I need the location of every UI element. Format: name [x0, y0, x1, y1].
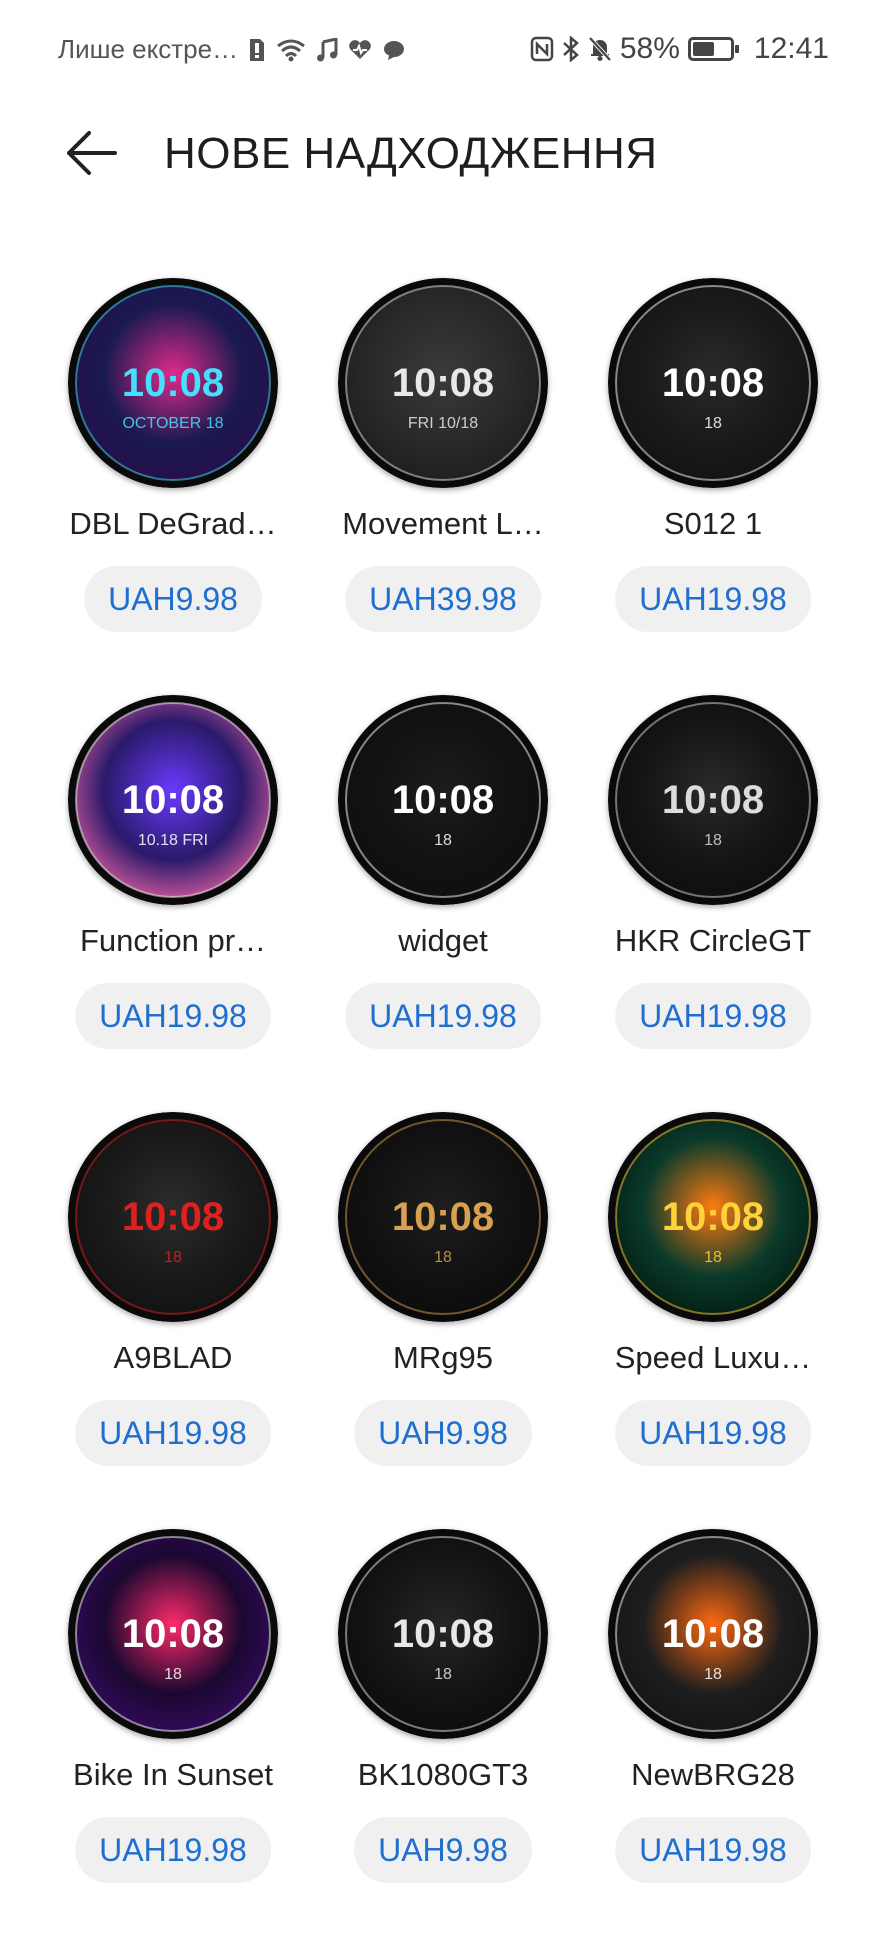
status-bar: Лише екстре… 58% 12:41 [0, 0, 887, 100]
watch-face-preview[interactable]: 10:08 FRI 10/18 [338, 278, 548, 488]
nfc-icon [530, 36, 554, 62]
price-button[interactable]: UAH9.98 [354, 1817, 532, 1883]
price-button[interactable]: UAH19.98 [75, 983, 271, 1049]
battery-icon [687, 37, 739, 61]
watch-face-card[interactable]: 10:08 10.18 FRI Function pr… UAH19.98 [38, 687, 308, 1104]
watch-face-grid: 10:08 OCTOBER 18 DBL DeGrad… UAH9.98 10:08 FR… [38, 270, 848, 1938]
watch-face-time: 10:08 [662, 778, 764, 822]
watch-face-name: NewBRG28 [631, 1757, 795, 1792]
watch-face-date: 18 [434, 832, 452, 849]
watch-face-date: 18 [704, 415, 722, 432]
status-left: Лише екстре… [58, 34, 406, 65]
watch-face-preview[interactable]: 10:08 18 [68, 1529, 278, 1739]
mute-icon [588, 36, 612, 62]
watch-face-preview[interactable]: 10:08 18 [608, 1529, 818, 1739]
watch-face-card[interactable]: 10:08 18 HKR CircleGT UAH19.98 [578, 687, 848, 1104]
watch-face-preview[interactable]: 10:08 18 [338, 1112, 548, 1322]
watch-face-name: A9BLAD [113, 1340, 233, 1375]
wifi-icon [276, 38, 306, 62]
watch-face-date: 10.18 FRI [138, 832, 208, 849]
watch-face-time: 10:08 [122, 361, 224, 405]
watch-face-card[interactable]: 10:08 18 A9BLAD UAH19.98 [38, 1104, 308, 1521]
watch-face-time: 10:08 [392, 778, 494, 822]
price-button[interactable]: UAH9.98 [354, 1400, 532, 1466]
sim-icon [248, 37, 266, 63]
header: НОВЕ НАДХОДЖЕННЯ [0, 100, 887, 210]
watch-face-time: 10:08 [392, 1612, 494, 1656]
price-button[interactable]: UAH9.98 [84, 566, 262, 632]
watch-face-date: 18 [704, 832, 722, 849]
watch-face-preview[interactable]: 10:08 18 [68, 1112, 278, 1322]
watch-face-time: 10:08 [392, 361, 494, 405]
clock: 12:41 [753, 32, 829, 65]
watch-face-name: Speed Luxu… [614, 1340, 812, 1375]
watch-face-name: BK1080GT3 [357, 1757, 529, 1792]
watch-face-date: OCTOBER 18 [122, 415, 223, 432]
watch-face-name: S012 1 [663, 506, 763, 541]
back-button[interactable] [56, 120, 126, 190]
watch-face-date: 18 [704, 1249, 722, 1266]
status-right: 58% 12:41 [530, 32, 829, 66]
watch-face-preview[interactable]: 10:08 18 [608, 1112, 818, 1322]
watch-face-preview[interactable]: 10:08 18 [338, 1529, 548, 1739]
page-title: НОВЕ НАДХОДЖЕННЯ [164, 129, 658, 178]
watch-face-name: widget [398, 923, 488, 958]
watch-face-preview[interactable]: 10:08 18 [608, 278, 818, 488]
watch-face-name: Function pr… [79, 923, 267, 958]
message-icon [382, 39, 406, 61]
watch-face-card[interactable]: 10:08 FRI 10/18 Movement L… UAH39.98 [308, 270, 578, 687]
watch-face-date: 18 [704, 1666, 722, 1683]
watch-face-name: DBL DeGrad… [69, 506, 277, 541]
watch-face-card[interactable]: 10:08 18 Speed Luxu… UAH19.98 [578, 1104, 848, 1521]
watch-face-card[interactable]: 10:08 18 Bike In Sunset UAH19.98 [38, 1521, 308, 1938]
watch-face-time: 10:08 [122, 1195, 224, 1239]
watch-face-time: 10:08 [662, 1195, 764, 1239]
price-button[interactable]: UAH19.98 [615, 1400, 811, 1466]
watch-face-name: HKR CircleGT [614, 923, 812, 958]
watch-face-preview[interactable]: 10:08 18 [608, 695, 818, 905]
watch-face-date: FRI 10/18 [408, 415, 478, 432]
music-icon [316, 37, 338, 62]
bluetooth-icon [562, 36, 580, 62]
watch-face-time: 10:08 [662, 1612, 764, 1656]
price-button[interactable]: UAH19.98 [75, 1817, 271, 1883]
watch-face-name: MRg95 [393, 1340, 493, 1375]
watch-face-preview[interactable]: 10:08 OCTOBER 18 [68, 278, 278, 488]
watch-face-name: Bike In Sunset [73, 1757, 273, 1792]
notification-text: Лише екстре… [58, 34, 239, 64]
watch-face-card[interactable]: 10:08 18 S012 1 UAH19.98 [578, 270, 848, 687]
watch-face-time: 10:08 [122, 778, 224, 822]
watch-face-card[interactable]: 10:08 OCTOBER 18 DBL DeGrad… UAH9.98 [38, 270, 308, 687]
watch-face-date: 18 [164, 1249, 182, 1266]
battery-percent: 58% [619, 32, 680, 65]
watch-face-card[interactable]: 10:08 18 NewBRG28 UAH19.98 [578, 1521, 848, 1938]
price-button[interactable]: UAH39.98 [345, 566, 541, 632]
watch-face-date: 18 [434, 1666, 452, 1683]
watch-face-time: 10:08 [662, 361, 764, 405]
watch-face-time: 10:08 [122, 1612, 224, 1656]
price-button[interactable]: UAH19.98 [75, 1400, 271, 1466]
price-button[interactable]: UAH19.98 [615, 566, 811, 632]
watch-face-card[interactable]: 10:08 18 MRg95 UAH9.98 [308, 1104, 578, 1521]
arrow-left-icon [65, 129, 117, 182]
watch-face-preview[interactable]: 10:08 18 [338, 695, 548, 905]
watch-face-date: 18 [164, 1666, 182, 1683]
watch-face-time: 10:08 [392, 1195, 494, 1239]
price-button[interactable]: UAH19.98 [615, 1817, 811, 1883]
watch-face-card[interactable]: 10:08 18 widget UAH19.98 [308, 687, 578, 1104]
health-icon [348, 39, 372, 61]
price-button[interactable]: UAH19.98 [345, 983, 541, 1049]
watch-face-date: 18 [434, 1249, 452, 1266]
battery-level [692, 42, 714, 56]
watch-face-card[interactable]: 10:08 18 BK1080GT3 UAH9.98 [308, 1521, 578, 1938]
price-button[interactable]: UAH19.98 [615, 983, 811, 1049]
watch-face-name: Movement L… [342, 506, 544, 541]
watch-face-preview[interactable]: 10:08 10.18 FRI [68, 695, 278, 905]
